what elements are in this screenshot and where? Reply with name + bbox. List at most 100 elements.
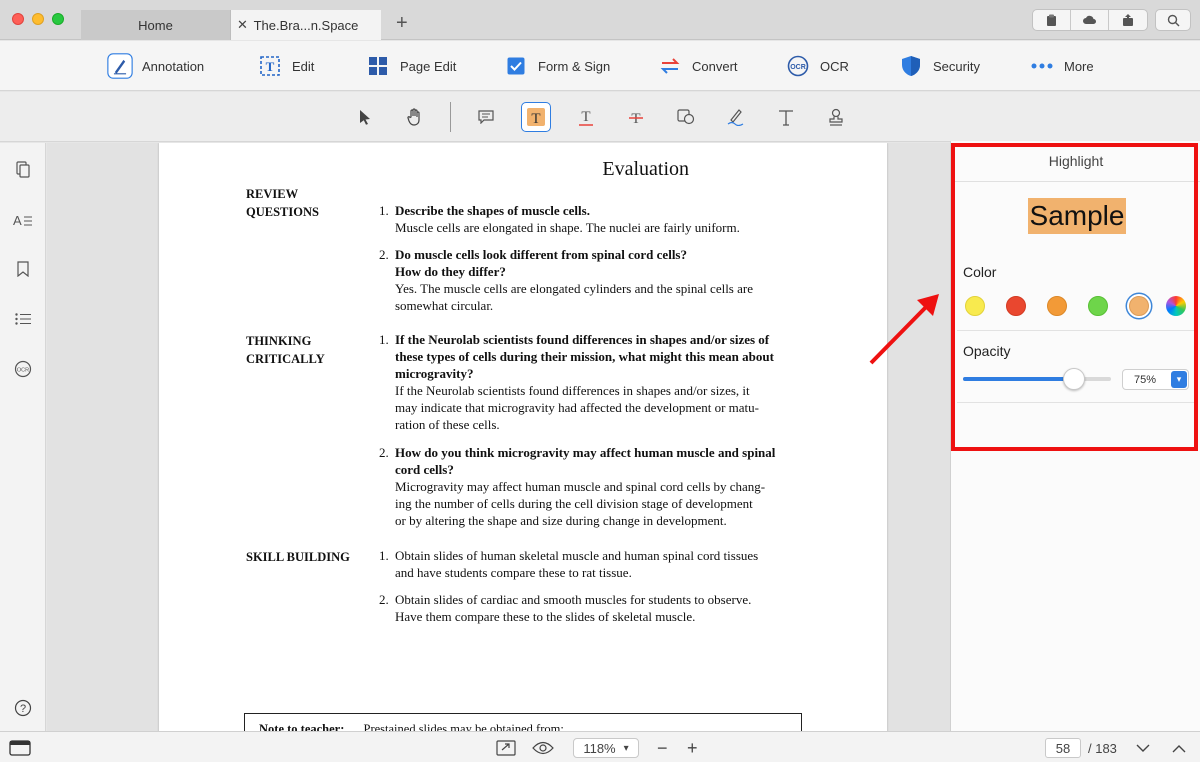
svg-text:T: T [531, 111, 540, 127]
strikethrough-tool[interactable]: T [621, 102, 651, 132]
annotation-button[interactable]: Annotation [107, 51, 204, 81]
toolbar-separator [450, 102, 451, 132]
text-tool[interactable] [771, 102, 801, 132]
list-icon[interactable] [13, 309, 33, 329]
page-edit-button[interactable]: Page Edit [365, 51, 456, 81]
color-swatch-light-orange[interactable] [1129, 296, 1149, 316]
ocr-button[interactable]: OCR OCR [785, 51, 849, 81]
page-total: / 183 [1088, 740, 1117, 756]
shield-icon [898, 53, 924, 79]
hand-tool[interactable] [400, 102, 430, 132]
skill-item: 1. Obtain slides of human skeletal muscl… [379, 547, 804, 581]
tab-document[interactable]: ✕ The.Bra...n.Space [231, 10, 381, 40]
highlight-sample-preview: Sample [1028, 198, 1126, 234]
form-sign-button[interactable]: Form & Sign [503, 51, 610, 81]
search-button[interactable] [1155, 9, 1191, 31]
opacity-value: 75% [1134, 373, 1157, 386]
color-swatch-yellow[interactable] [965, 296, 985, 316]
highlight-icon: T [527, 108, 545, 127]
stamp-icon [829, 108, 843, 126]
pointer-icon [360, 110, 370, 125]
document-viewport[interactable]: Evaluation REVIEW QUESTIONS THINKING CRI… [47, 143, 950, 731]
highlight-tool[interactable]: T [521, 102, 551, 132]
question-text: How do you think microgravity may affect… [395, 445, 776, 477]
convert-button[interactable]: Convert [657, 51, 738, 81]
question-number: 2. [379, 247, 389, 262]
note-tool[interactable] [471, 102, 501, 132]
add-tab-button[interactable]: + [396, 12, 408, 35]
question-text: Do muscle cells look different from spin… [395, 247, 687, 279]
skill-item: 2. Obtain slides of cardiac and smooth m… [379, 591, 804, 625]
question-number: 1. [379, 203, 389, 218]
pencil-icon [727, 109, 744, 126]
close-window-button[interactable] [12, 13, 24, 25]
eye-icon[interactable] [532, 738, 554, 758]
color-swatch-green[interactable] [1088, 296, 1108, 316]
status-bar: 118% ▾ − + 58 / 183 [0, 731, 1200, 762]
note-text: Prestained slides may be obtained from: [363, 722, 564, 731]
ocr-icon-text: OCR [790, 64, 806, 71]
chevron-down-icon[interactable]: ▾ [1171, 371, 1187, 388]
convert-icon [657, 53, 683, 79]
zoom-out-button[interactable]: − [657, 738, 668, 758]
ocr-sidebar-icon-text: OCR [17, 368, 29, 374]
page-edit-label: Page Edit [400, 58, 457, 74]
security-label: Security [933, 58, 980, 74]
underline-tool[interactable]: T [571, 102, 601, 132]
help-icon[interactable]: ? [13, 698, 33, 718]
opacity-label: Opacity [963, 343, 1011, 359]
color-swatch-red[interactable] [1006, 296, 1026, 316]
bookmark-icon[interactable] [13, 259, 33, 279]
cloud-icon[interactable] [1071, 10, 1109, 30]
ocr-sidebar-icon[interactable]: OCR [13, 359, 33, 379]
pdf-page[interactable]: Evaluation REVIEW QUESTIONS THINKING CRI… [159, 143, 887, 731]
color-label: Color [963, 264, 997, 280]
title-bar: Home ✕ The.Bra...n.Space + [0, 0, 1200, 40]
page-title: Evaluation [602, 158, 689, 180]
zoom-in-button[interactable]: + [687, 738, 698, 758]
question-text: If the Neurolab scientists found differe… [395, 332, 774, 381]
opacity-dropdown[interactable]: 75% ▾ [1122, 369, 1189, 390]
custom-color-wheel-icon[interactable] [1166, 296, 1186, 316]
search-icon [1167, 14, 1179, 26]
page-edit-icon [365, 53, 391, 79]
text-outline-icon[interactable]: A [13, 210, 33, 230]
tab-document-label: The.Bra...n.Space [253, 17, 359, 33]
share-icon[interactable] [1109, 10, 1147, 30]
more-button[interactable]: More [1029, 51, 1094, 81]
fit-page-icon[interactable] [496, 738, 516, 758]
page-number-input[interactable]: 58 [1045, 738, 1081, 758]
select-tool[interactable] [350, 102, 380, 132]
skill-text: Obtain slides of human skeletal muscle a… [395, 548, 759, 580]
chevron-down-icon [1136, 744, 1150, 752]
edit-icon: T [257, 53, 283, 79]
underline-icon: T [579, 109, 593, 126]
next-page-button[interactable] [1136, 738, 1150, 758]
pages-icon[interactable] [13, 159, 33, 179]
minimize-window-button[interactable] [32, 13, 44, 25]
security-button[interactable]: Security [898, 51, 980, 81]
answer-text: If the Neurolab scientists found differe… [395, 383, 759, 432]
zoom-select[interactable]: 118% ▾ [573, 738, 639, 758]
panel-title: Highlight [951, 141, 1200, 182]
edit-button[interactable]: T Edit [257, 51, 314, 81]
close-icon[interactable]: ✕ [237, 17, 248, 33]
stamp-tool[interactable] [821, 102, 851, 132]
comment-icon [478, 110, 494, 124]
annotation-icon [107, 53, 133, 79]
tab-home[interactable]: Home [81, 10, 231, 40]
annotation-label: Annotation [142, 58, 205, 74]
maximize-window-button[interactable] [52, 13, 64, 25]
annotation-toolbar: T T T [0, 92, 1200, 142]
opacity-slider[interactable] [963, 377, 1111, 381]
clipboard-icon[interactable] [1033, 10, 1071, 30]
opacity-slider-fill [963, 377, 1074, 381]
opacity-slider-handle[interactable] [1063, 368, 1085, 390]
edit-label: Edit [292, 58, 315, 74]
previous-page-button[interactable] [1172, 738, 1186, 758]
panel-toggle-icon[interactable] [9, 738, 31, 758]
color-swatch-orange[interactable] [1047, 296, 1067, 316]
teacher-note-box: Note to teacher: Prestained slides may b… [244, 713, 802, 731]
pencil-tool[interactable] [721, 102, 751, 132]
shape-tool[interactable] [671, 102, 701, 132]
